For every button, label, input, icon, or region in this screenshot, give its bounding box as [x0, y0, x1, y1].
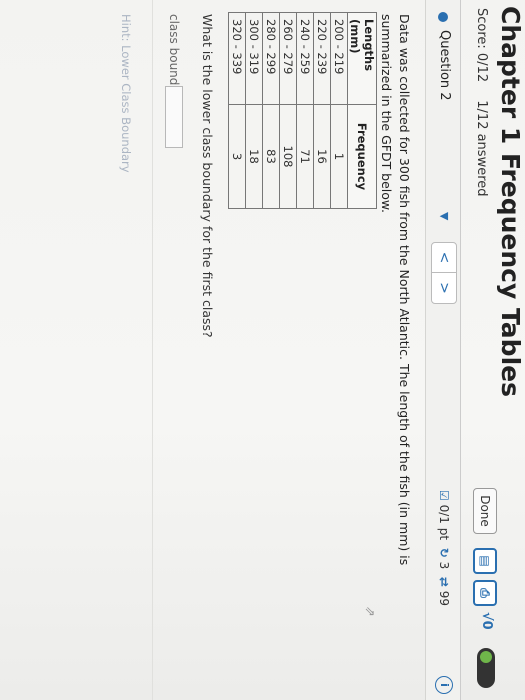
class-boundary-input[interactable]	[165, 86, 183, 148]
mode-toggle[interactable]	[477, 648, 495, 688]
score-summary: Score: 0/12 1/12 answered	[474, 8, 489, 197]
done-button[interactable]: Done	[473, 488, 497, 534]
points-status: ☑ 0/1 pt ↻ 3 ⇄ 99	[437, 490, 451, 606]
page-title: Chapter 1 Frequency Tables	[496, 6, 525, 397]
retries-count: 3	[437, 561, 451, 570]
question-nav: < >	[431, 242, 457, 304]
info-icon[interactable]: i	[435, 676, 453, 694]
table-row: 300 - 319 18	[245, 12, 263, 209]
length-cell: 200 - 219	[330, 12, 348, 105]
table-row: 280 - 299 83	[262, 12, 280, 209]
table-row: 260 - 279 108	[279, 12, 297, 209]
divider	[152, 0, 153, 700]
frequency-cell: 71	[296, 104, 314, 209]
length-cell: 260 - 279	[279, 12, 297, 105]
problem-statement: Data was collected for 300 fish from the…	[379, 14, 412, 566]
question-status-dot	[438, 12, 448, 22]
column-header-frequency: Frequency	[347, 104, 377, 209]
page: Chapter 1 Frequency Tables Score: 0/12 1…	[0, 0, 525, 700]
next-question-button[interactable]: >	[432, 273, 456, 303]
frequency-cell: 3	[228, 104, 246, 209]
length-cell: 300 - 319	[245, 12, 263, 105]
table-row: 240 - 259 71	[296, 12, 314, 209]
column-header-lengths: Lengths (mm)	[347, 12, 377, 105]
retry-icon: ↻	[437, 547, 451, 558]
toggle-knob	[480, 651, 492, 663]
table-row: 320 - 339 3	[228, 12, 246, 209]
length-cell: 220 - 239	[313, 12, 331, 105]
table-row: 200 - 219 1	[330, 12, 348, 209]
length-cell: 240 - 259	[296, 12, 314, 105]
frequency-table: Lengths (mm) Frequency 200 - 219 1 220 - …	[228, 12, 377, 209]
frequency-cell: 108	[279, 104, 297, 209]
previous-question-button[interactable]: <	[432, 243, 456, 273]
points-text: 0/1 pt	[437, 504, 451, 541]
frequency-cell: 18	[245, 104, 263, 209]
attempts-count: 99	[437, 590, 451, 607]
question-label: Question 2	[437, 30, 452, 101]
table-row: 220 - 239 16	[313, 12, 331, 209]
answered-count: 1/12 answered	[474, 100, 489, 197]
chevron-down-icon[interactable]: ▼	[438, 212, 451, 220]
length-cell: 280 - 299	[262, 12, 280, 105]
frequency-cell: 83	[262, 104, 280, 209]
question-prompt: What is the lower class boundary for the…	[200, 14, 215, 338]
math-palette-button[interactable]: √0	[475, 612, 497, 644]
print-icon[interactable]: ⎙	[473, 580, 497, 606]
length-cell: 320 - 339	[228, 12, 246, 105]
score-text: Score: 0/12	[474, 8, 489, 83]
frequency-cell: 16	[313, 104, 331, 209]
frequency-cell: 1	[330, 104, 348, 209]
checkbox-icon: ☑	[437, 490, 451, 501]
pointer-icon: ⇗	[362, 606, 377, 617]
calculator-icon[interactable]: ▤	[473, 548, 497, 574]
sync-icon: ⇄	[437, 576, 451, 587]
hint-link[interactable]: Hint: Lower Class Boundary	[119, 14, 133, 173]
table-header-row: Lengths (mm) Frequency	[347, 12, 377, 209]
